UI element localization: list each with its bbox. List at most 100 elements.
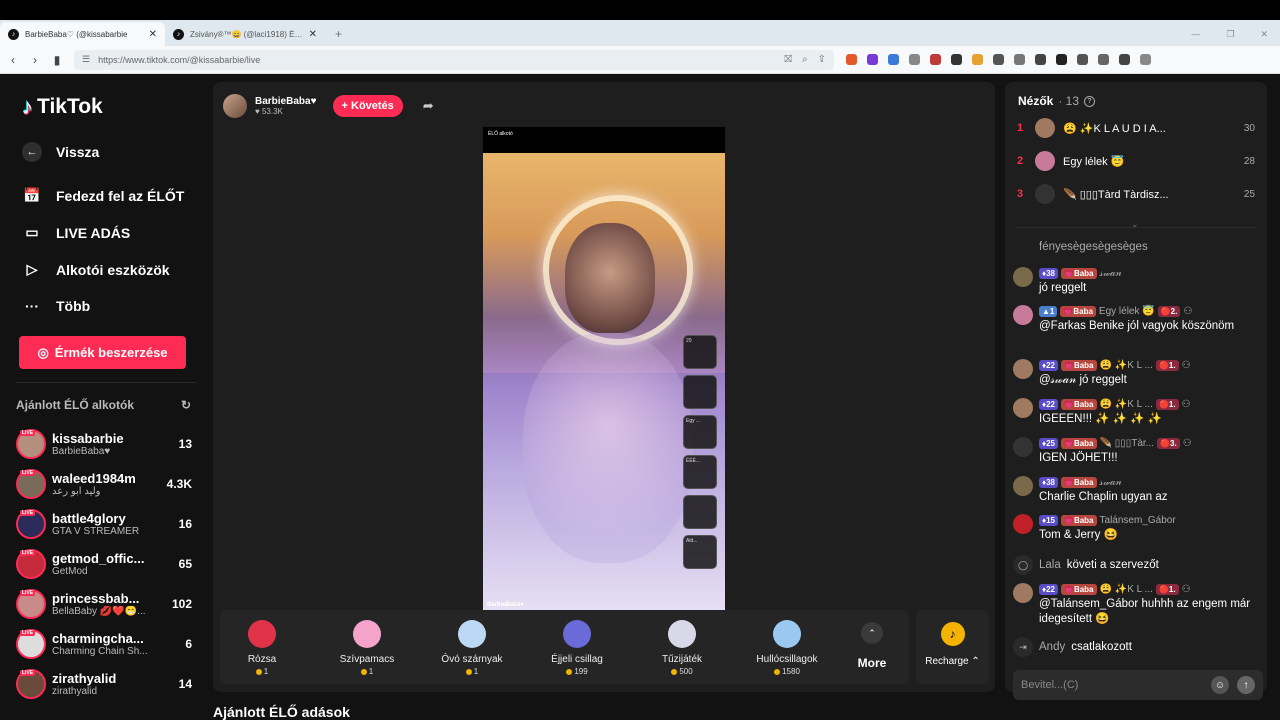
nav-back[interactable]: ← Vissza: [22, 142, 99, 162]
follow-button[interactable]: + Követés: [332, 95, 403, 117]
emoji-icon[interactable]: ☺: [1211, 676, 1229, 694]
side-gift-item[interactable]: Egy ...: [683, 415, 717, 449]
chat-username[interactable]: 😩 ✨K L ...: [1100, 397, 1153, 412]
avatar[interactable]: [1013, 305, 1033, 325]
nav-more[interactable]: ··· Több: [22, 298, 90, 314]
chat-text: Charlie Chaplin ugyan az: [1039, 491, 1168, 503]
gift-item[interactable]: Hullócsillagok 1580: [737, 620, 837, 676]
music-icon[interactable]: [1035, 54, 1046, 65]
menu-icon[interactable]: [1140, 54, 1151, 65]
top-viewer-row[interactable]: 1 😩 ✨K L A U D I A... 30: [1017, 118, 1255, 138]
host-avatar[interactable]: [223, 94, 247, 118]
extension-icon[interactable]: [909, 54, 920, 65]
close-tab-icon[interactable]: ✕: [309, 29, 317, 40]
extension-icon[interactable]: [1098, 54, 1109, 65]
side-gift-item[interactable]: ÉÉÉ...: [683, 455, 717, 489]
chat-username[interactable]: 𝓈𝓌𝒶𝓃: [1100, 266, 1122, 281]
avatar[interactable]: [1013, 398, 1033, 418]
brave-shield-icon[interactable]: [846, 54, 857, 65]
side-gift-item[interactable]: [683, 375, 717, 409]
close-window-icon[interactable]: ✕: [1260, 29, 1268, 40]
avatar: LIVE: [16, 469, 46, 499]
side-gift-item[interactable]: Ald...: [683, 535, 717, 569]
refresh-icon[interactable]: ↻: [181, 398, 191, 412]
minimize-icon[interactable]: —: [1191, 29, 1200, 39]
host-name[interactable]: BarbieBaba♥: [255, 96, 317, 107]
extension-icon[interactable]: [888, 54, 899, 65]
live-badge: LIVE: [20, 510, 36, 516]
more-gifts-button[interactable]: ⌃ More: [852, 622, 892, 670]
avatar[interactable]: [1013, 583, 1033, 603]
viewers-header: Nézők · 13 ?: [1018, 94, 1096, 108]
bookmark-icon[interactable]: ▮: [52, 53, 62, 67]
extension-icon[interactable]: [972, 54, 983, 65]
extension-icon[interactable]: [930, 54, 941, 65]
chat-username[interactable]: Lala: [1039, 559, 1061, 571]
chat-panel: Nézők · 13 ? 1 😩 ✨K L A U D I A... 30 2 Egy …: [1005, 82, 1267, 700]
gift-item[interactable]: Tűzijáték 500: [632, 620, 732, 676]
chat-username[interactable]: Egy lélek 😇: [1099, 304, 1155, 319]
gift-item[interactable]: Óvó szárnyak 1: [422, 620, 522, 676]
top-viewer-row[interactable]: 2 Egy lélek 😇 28: [1017, 151, 1255, 171]
extension-icon[interactable]: [993, 54, 1004, 65]
recommended-creator[interactable]: LIVE kissabarbie BarbieBaba♥ 13: [16, 426, 192, 462]
chat-username[interactable]: 😩 ✨K L ...: [1100, 582, 1153, 597]
restore-icon[interactable]: ❐: [1226, 29, 1234, 40]
new-tab-button[interactable]: +: [325, 22, 352, 46]
url-field[interactable]: ☰ https://www.tiktok.com/@kissabarbie/li…: [74, 49, 834, 70]
vpn-icon[interactable]: [1119, 54, 1130, 65]
share-page-icon[interactable]: ⇪: [818, 54, 826, 65]
sidebar-icon[interactable]: [1056, 54, 1067, 65]
get-coins-button[interactable]: ◎ Érmék beszerzése: [19, 336, 186, 369]
avatar[interactable]: [1013, 476, 1033, 496]
viewers-count: · 13: [1058, 94, 1080, 108]
tiktok-logo[interactable]: ♪ TikTok: [22, 94, 103, 120]
nav-creator-tools[interactable]: ▷ Alkotói eszközök: [22, 261, 170, 278]
rewards-icon[interactable]: [867, 54, 878, 65]
live-video[interactable]: ÉLŐ alkotó 20 Egy ... ÉÉÉ... Ald... Barb…: [483, 127, 725, 610]
nav-go-live[interactable]: ▭ LIVE ADÁS: [22, 224, 130, 241]
chat-input[interactable]: Bevitel...(C) ☺ ↑: [1013, 670, 1263, 700]
share-icon[interactable]: ➦: [423, 98, 434, 114]
wallet-icon[interactable]: [1077, 54, 1088, 65]
avatar[interactable]: [1013, 359, 1033, 379]
logo-text: TikTok: [37, 95, 103, 118]
side-gift-item[interactable]: 20: [683, 335, 717, 369]
help-icon[interactable]: ?: [1084, 95, 1096, 107]
side-gift-item[interactable]: [683, 495, 717, 529]
back-icon[interactable]: ‹: [8, 53, 18, 67]
extension-icon[interactable]: [951, 54, 962, 65]
extension-icon[interactable]: [1014, 54, 1025, 65]
tab-kissabarbie[interactable]: ♪ BarbieBaba♡ (@kissabarbie ✕: [0, 22, 165, 46]
top-viewer-row[interactable]: 3 🪶 ▯▯▯Tàrd Tàrdisz... 25: [1017, 184, 1255, 204]
chat-username[interactable]: Talánsem_Gábor: [1100, 513, 1176, 528]
close-tab-icon[interactable]: ✕: [149, 29, 157, 40]
avatar[interactable]: [1013, 437, 1033, 457]
recommended-creator[interactable]: LIVE zirathyalid zirathyalid 14: [16, 666, 192, 702]
recommended-creator[interactable]: LIVE battle4glory GTA V STREAMER 16: [16, 506, 192, 542]
nav-explore-live[interactable]: 📅 Fedezd fel az ÉLŐT: [22, 187, 184, 204]
gift-item[interactable]: Szívpamacs 1: [317, 620, 417, 676]
zoom-icon[interactable]: ⌕: [802, 54, 808, 65]
tab-laci1918[interactable]: ♪ Zsivány®™😄 (@laci1918) ÉLŐ adás ✕: [165, 22, 325, 46]
gift-item[interactable]: Rózsa 1: [212, 620, 312, 676]
creator-subtitle: GTA V STREAMER: [52, 526, 140, 537]
recommended-creator[interactable]: LIVE charmingcha... Charming Chain Sh... 6: [16, 626, 192, 662]
send-icon[interactable]: ↑: [1237, 676, 1255, 694]
recommended-creator[interactable]: LIVE waleed1984m وليد ابو رعد 4.3K: [16, 466, 192, 502]
chat-username[interactable]: 𝓈𝓌𝒶𝓃: [1100, 475, 1122, 490]
avatar[interactable]: [1013, 267, 1033, 287]
avatar[interactable]: [1013, 514, 1033, 534]
chat-username[interactable]: Andy: [1039, 641, 1065, 653]
viewer-count: 4.3K: [166, 477, 192, 491]
recommended-creator[interactable]: LIVE princessbab... BellaBaby 💋❤️😁... 102: [16, 586, 192, 622]
site-settings-icon[interactable]: ☰: [82, 54, 90, 65]
translate-icon[interactable]: ⛝: [784, 54, 792, 65]
gift-item[interactable]: Éjjeli csillag 199: [527, 620, 627, 676]
recharge-button[interactable]: ♪ Recharge ⌃: [916, 610, 989, 684]
forward-icon[interactable]: ›: [30, 53, 40, 67]
recommended-creator[interactable]: LIVE getmod_offic... GetMod 65: [16, 546, 192, 582]
expand-chevron-icon[interactable]: ⌄: [1131, 219, 1139, 230]
chat-username[interactable]: 🪶 ▯▯▯Tàr...: [1100, 436, 1155, 451]
chat-username[interactable]: 😩 ✨K L ...: [1100, 358, 1153, 373]
